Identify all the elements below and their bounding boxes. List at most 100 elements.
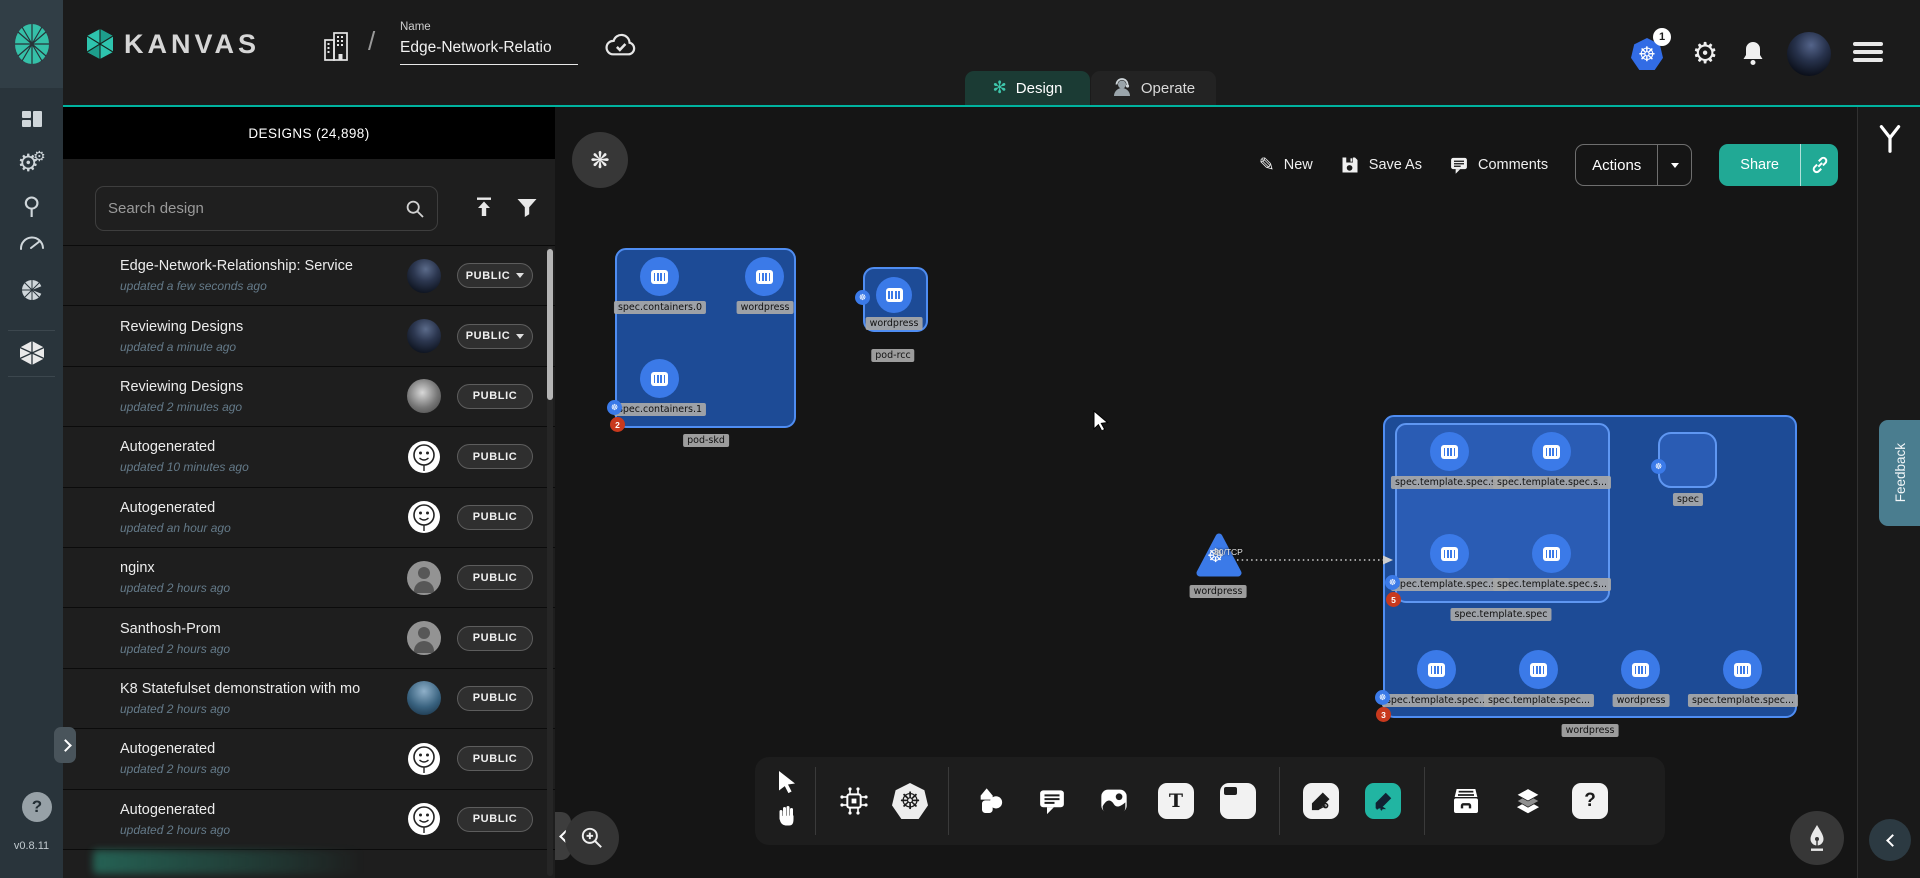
node-container[interactable] [876,277,912,313]
meshery-logo[interactable] [0,0,63,88]
sidebar-kanvas-icon[interactable] [0,333,63,373]
collapse-right-button[interactable] [1869,819,1911,861]
settings-gear-icon[interactable]: ⚙ [1692,36,1718,71]
node-container[interactable] [1532,534,1571,573]
organization-icon[interactable] [321,30,355,67]
node-container[interactable] [1430,534,1469,573]
app-header: KANVAS / Name Edge-Network-Relatio ✻ Des… [63,0,1920,107]
pod-badge-icon[interactable]: ☸ [1385,575,1400,590]
pod-badge-icon[interactable]: ☸ [1375,690,1390,705]
pen-tool[interactable] [1290,765,1352,837]
freehand-draw-tool[interactable] [1352,765,1414,837]
design-list-item[interactable]: Autogenerated updated 10 minutes ago PUB… [63,427,555,487]
copy-link-button[interactable] [1801,144,1838,186]
visibility-badge[interactable]: PUBLIC [457,565,533,590]
hierarchy-toggle-icon[interactable] [1875,123,1905,160]
sidebar-performance-icon[interactable] [0,224,63,264]
visibility-badge[interactable]: PUBLIC [457,324,533,349]
designs-scrollbar[interactable] [547,247,553,876]
share-button[interactable]: Share [1719,144,1838,186]
actions-caret[interactable] [1658,145,1691,185]
node-container[interactable] [1417,650,1456,689]
design-name-value[interactable]: Edge-Network-Relatio [400,39,578,65]
notifications-bell-icon[interactable] [1741,40,1765,71]
visibility-badge[interactable]: PUBLIC [457,444,533,469]
design-list-item[interactable]: Autogenerated updated 2 hours ago PUBLIC [63,729,555,789]
pod-badge-icon[interactable]: ☸ [1651,459,1666,474]
visibility-badge[interactable]: PUBLIC [457,384,533,409]
export-design-icon[interactable] [472,195,496,224]
design-canvas[interactable]: ❋ ✎ New Save As Comments Actions Share [555,107,1857,878]
design-list-item[interactable]: Autogenerated updated an hour ago PUBLIC [63,488,555,548]
design-list-item[interactable]: Reviewing Designs updated a minute ago P… [63,306,555,366]
design-list-item[interactable]: nginx updated 2 hours ago PUBLIC [63,548,555,608]
menu-burger-icon[interactable] [1853,42,1883,66]
design-owner-avatar [407,802,441,836]
visibility-badge[interactable]: PUBLIC [457,807,533,832]
error-badge[interactable]: 2 [610,417,625,432]
node-label: wordpress [1562,724,1619,737]
pan-tool[interactable] [775,802,799,833]
kanvas-brand[interactable]: KANVAS [85,28,260,60]
visibility-badge[interactable]: PUBLIC [457,746,533,771]
sidebar-dashboard-icon[interactable] [0,99,63,139]
design-search[interactable] [95,186,438,231]
help-tool[interactable]: ? [1559,765,1621,837]
node-container[interactable] [1430,432,1469,471]
sidebar-lifecycle-icon[interactable]: ⚙⚙ [0,143,63,183]
design-list-item[interactable]: Edge-Network-Relationship: Service updat… [63,246,555,306]
search-input[interactable] [108,200,405,217]
node-container[interactable] [1621,650,1660,689]
sidebar-mesh-icon[interactable] [0,270,63,310]
pen-mode-button[interactable] [1790,811,1844,865]
kubernetes-tool[interactable]: ☸ [882,765,938,837]
node-spec[interactable] [1658,432,1717,488]
node-container[interactable] [1519,650,1558,689]
scrollbar-thumb[interactable] [547,249,553,400]
node-container[interactable] [640,257,679,296]
help-button[interactable]: ? [22,792,52,822]
tab-design[interactable]: ✻ Design [965,71,1090,105]
design-list-item[interactable]: Reviewing Designs updated 2 minutes ago … [63,367,555,427]
visibility-badge[interactable]: PUBLIC [457,505,533,530]
pod-badge-icon[interactable]: ☸ [855,290,870,305]
node-container[interactable] [640,359,679,398]
visibility-badge[interactable]: PUBLIC [457,263,533,288]
save-as-button[interactable]: Save As [1340,155,1422,175]
zoom-button[interactable] [565,811,619,865]
new-design-button[interactable]: ✎ New [1259,154,1313,177]
design-name-field[interactable]: Name Edge-Network-Relatio [400,21,578,65]
user-avatar[interactable] [1787,32,1831,76]
comments-button[interactable]: Comments [1449,155,1548,175]
node-container[interactable] [1723,650,1762,689]
chevron-left-icon [1886,834,1899,847]
error-badge[interactable]: 5 [1386,592,1401,607]
pod-badge-icon[interactable]: ☸ [607,400,622,415]
canvas-snowflake-button[interactable]: ❋ [572,132,628,188]
image-tool[interactable] [1083,765,1145,837]
components-tool[interactable] [826,765,882,837]
comment-tool[interactable] [1021,765,1083,837]
share-label[interactable]: Share [1719,144,1801,186]
feedback-tab[interactable]: Feedback [1879,420,1920,526]
node-container[interactable] [745,257,784,296]
design-list-item[interactable]: Autogenerated updated 2 hours ago PUBLIC [63,790,555,850]
sidebar-expand-button[interactable] [54,727,76,763]
shapes-tool[interactable] [959,765,1021,837]
node-container[interactable] [1532,432,1571,471]
text-tool[interactable]: T [1145,765,1207,837]
visibility-badge[interactable]: PUBLIC [457,686,533,711]
design-list-item[interactable]: K8 Statefulset demonstration with mo upd… [63,669,555,729]
tab-operate[interactable]: Operate [1091,71,1216,105]
error-badge[interactable]: 3 [1376,707,1391,722]
design-list-item[interactable]: Santhosh-Prom updated 2 hours ago PUBLIC [63,608,555,668]
filter-icon[interactable] [515,195,539,224]
frame-tool[interactable] [1207,765,1269,837]
actions-button[interactable]: Actions [1575,144,1692,186]
node-pod-template[interactable] [1395,423,1610,603]
sidebar-configuration-icon[interactable]: ⚲ [0,186,63,226]
layers-tool[interactable] [1497,765,1559,837]
visibility-badge[interactable]: PUBLIC [457,626,533,651]
drawer-tool[interactable] [1435,765,1497,837]
select-tool[interactable] [775,769,799,800]
